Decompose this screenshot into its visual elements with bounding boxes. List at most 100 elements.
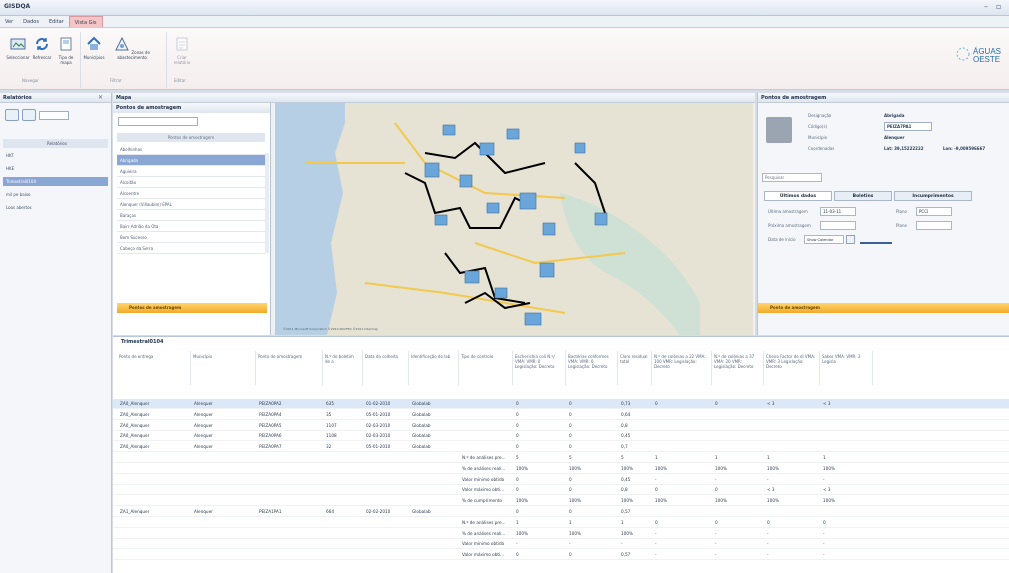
table-cell: 32	[326, 444, 332, 450]
column-header[interactable]: Município	[191, 351, 256, 385]
table-cell: 02-03-2010	[366, 433, 391, 439]
map-canvas[interactable]	[275, 103, 753, 335]
menu-editar[interactable]: Editar	[44, 16, 69, 27]
select-button[interactable]: Seleccionar	[6, 36, 30, 60]
table-cell: 1108	[326, 433, 337, 439]
column-header[interactable]: Data da colheita	[363, 351, 409, 385]
column-header[interactable]: Sabor VMA: VMR: 3 Legisla	[820, 351, 873, 385]
list-item[interactable]: Cabeço da Serra	[117, 243, 265, 254]
maximize-button[interactable]: ▫	[996, 2, 1001, 11]
close-icon[interactable]: ✕	[98, 94, 103, 101]
list-item-selected[interactable]: Abrigada	[117, 155, 265, 166]
report-item[interactable]: Loos abertos	[3, 203, 108, 212]
column-header[interactable]: Cheiro Factor de di VMA: VMR: 3 Legislaç…	[764, 351, 820, 385]
table-cell: ZA0_Alenquer	[120, 444, 150, 450]
tab-incumprimentos[interactable]: Incumprimentos	[894, 191, 972, 201]
list-header: Pontos de amostragem	[117, 133, 265, 142]
column-header[interactable]: Escherichia coli N.º/ VMA: VMR: 0 Legisl…	[513, 351, 566, 385]
table-cell: 0,45	[621, 476, 631, 482]
list-item[interactable]: Baraças	[117, 210, 265, 221]
report-item[interactable]: HKE	[3, 164, 108, 173]
report-item-selected[interactable]: Trimestral0104	[3, 177, 108, 186]
table-cell: 0	[516, 422, 519, 428]
plano-label: Plano	[896, 209, 907, 214]
column-header[interactable]: Cloro residual total	[618, 351, 652, 385]
list-item[interactable]: Alenquer (Villaubim) EPAL	[117, 199, 265, 210]
new-report-icon[interactable]	[5, 109, 19, 121]
list-item[interactable]: Alcoentre	[117, 188, 265, 199]
menu-vista-gis[interactable]: Vista Gis	[68, 16, 103, 27]
ribbon-separator	[80, 32, 81, 88]
create-report-button[interactable]: Criar relatório	[170, 36, 194, 65]
table-cell: 0	[516, 401, 519, 406]
plano2-label: Plano	[896, 223, 907, 228]
table-cell: PEIZA0PA2	[259, 401, 282, 406]
column-header[interactable]: Ponto de amostragem	[256, 351, 323, 385]
codigo-select[interactable]: PEIZA7PA1	[884, 122, 932, 131]
list-item[interactable]: Alcoitão	[117, 177, 265, 188]
list-item[interactable]: Bairr Adrião da Ota	[117, 221, 265, 232]
table-cell: Globalab	[412, 411, 431, 417]
list-scrollbar[interactable]	[265, 153, 269, 253]
table-cell: 1	[715, 455, 718, 460]
table-cell: 0	[516, 487, 519, 493]
menu-dados[interactable]: Dados	[18, 16, 44, 27]
table-cell: % de cumprimento	[462, 498, 502, 504]
table-cell: ZA1_Alenquer	[120, 509, 150, 514]
calendar-select[interactable]: Show Calendar	[804, 235, 844, 244]
table-cell: Valor mínimo obtido	[462, 541, 505, 547]
column-header[interactable]: Ponto de entrega	[117, 351, 191, 385]
column-header[interactable]: N.º do boletim de a	[323, 351, 363, 385]
table-cell: -	[715, 552, 717, 558]
table-cell: 0	[516, 476, 519, 482]
designacao-value: Abrigada	[884, 113, 905, 118]
report-item[interactable]: HKT	[3, 151, 108, 160]
table-cell: Alenquer	[194, 422, 213, 428]
tab-ultimos-dados[interactable]: Últimos dados	[764, 191, 832, 201]
table-cell: 0	[715, 487, 718, 493]
table-cell: 0	[715, 401, 718, 406]
codigo-label: Código(s)	[808, 124, 828, 129]
column-header[interactable]: N.º de colónias a 22 VMA: 100 VMR: Legis…	[652, 351, 712, 385]
table-cell: 0	[516, 444, 519, 450]
map-type-button[interactable]: Tipo de mapa	[55, 36, 77, 65]
table-cell: 0	[767, 519, 770, 525]
table-cell: < 3	[767, 487, 775, 493]
open-report-icon[interactable]	[22, 109, 36, 121]
table-cell: 0	[516, 433, 519, 439]
refresh-button[interactable]: Refrescar	[30, 36, 54, 60]
table-cell: 664	[326, 509, 334, 514]
table-cell: 100%	[621, 498, 633, 504]
supply-zones-button[interactable]: Zonas de abastecimento	[112, 36, 152, 60]
column-header[interactable]: N.º de colónias a 37 VMA: 20 VMR: Legisl…	[712, 351, 764, 385]
table-cell: 0	[655, 401, 658, 406]
table-cell: -	[715, 541, 717, 547]
table-cell: 5	[569, 455, 572, 460]
report-search-input[interactable]	[39, 111, 69, 120]
tab-boletins[interactable]: Boletins	[834, 191, 892, 201]
municipalities-button[interactable]: Municípios	[82, 36, 106, 60]
table-cell: 1	[621, 519, 624, 525]
minimize-button[interactable]: –	[984, 2, 988, 11]
points-search-input[interactable]	[118, 117, 198, 126]
menu-ver[interactable]: Ver	[0, 16, 18, 27]
table-cell: 0	[569, 552, 572, 558]
calendar-icon[interactable]	[846, 235, 855, 244]
column-header[interactable]: Bactérias coliformes VMA: VMR: 0 Legisla…	[566, 351, 618, 385]
longitude-value: Lon: -9,009596667	[943, 146, 986, 151]
table-cell: 0,64	[621, 411, 631, 417]
table-cell: 0,45	[621, 433, 631, 439]
map-tab[interactable]: Mapa	[113, 93, 755, 103]
list-item[interactable]: Bom Sucesso	[117, 232, 265, 243]
table-cell: Alenquer	[194, 433, 213, 439]
map-view[interactable]: ©2011 Microsoft Corporation ©2010 NAVTEQ…	[275, 103, 753, 335]
column-header[interactable]: Identificação do lab	[409, 351, 459, 385]
list-item[interactable]: Aguieira	[117, 166, 265, 177]
search-input[interactable]: Pesquisar	[762, 173, 822, 182]
list-item[interactable]: Abelhinhas	[117, 144, 265, 155]
report-item[interactable]: mil pe baixo	[3, 190, 108, 199]
table-cell: 100%	[767, 498, 779, 504]
reports-title: Relatórios	[0, 93, 111, 103]
column-header[interactable]: Tipo de controlo	[459, 351, 513, 385]
table-cell: 02-02-2010	[366, 509, 391, 514]
